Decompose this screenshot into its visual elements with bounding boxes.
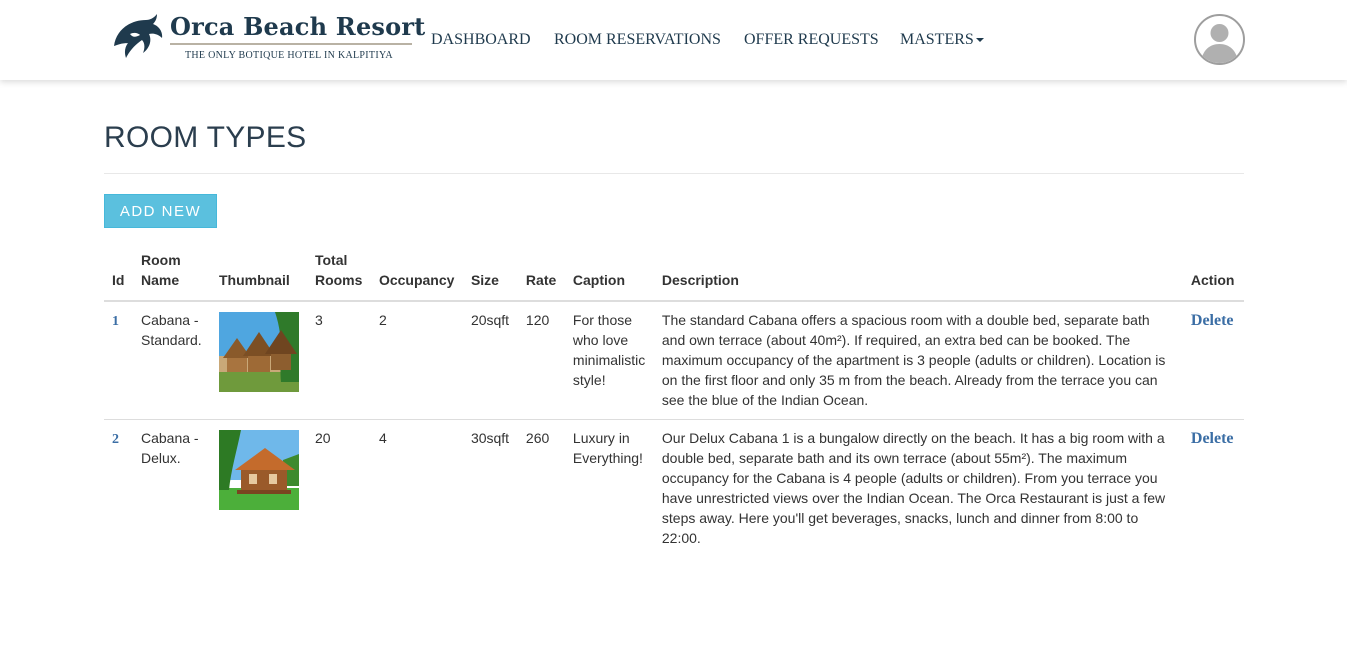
col-header-action: Action: [1182, 250, 1244, 302]
table-row: 2 Cabana - Delux. 20 4 30sqft 260 Luxury…: [104, 420, 1244, 558]
size-cell: 20sqft: [462, 301, 518, 420]
nav-masters-label: MASTERS: [900, 31, 974, 48]
col-header-thumbnail: Thumbnail: [210, 250, 307, 302]
total-rooms-cell: 20: [314, 430, 331, 446]
cabana-delux-thumbnail: [218, 430, 299, 510]
col-header-description: Description: [653, 250, 1183, 302]
brand-divider: [170, 43, 412, 45]
occupancy-cell: 2: [370, 301, 463, 420]
user-icon: [1201, 24, 1238, 63]
nav-room-reservations[interactable]: ROOM RESERVATIONS: [554, 31, 721, 49]
rate-cell: 260: [525, 430, 550, 446]
table-row: 1 Cabana - Standard. 3 2 20sqft 120 For …: [104, 301, 1244, 420]
brand-logo-link[interactable]: Orca Beach Resort THE ONLY BOTIQUE HOTEL…: [112, 10, 425, 64]
title-divider: [104, 173, 1244, 174]
caption-cell: For those who love minimalistic style!: [564, 301, 654, 420]
brand-tagline: THE ONLY BOTIQUE HOTEL IN KALPITIYA: [185, 50, 393, 61]
table-header-row: Id Room Name Thumbnail Total Rooms Occup…: [104, 250, 1244, 302]
add-new-button[interactable]: ADD NEW: [104, 194, 217, 228]
top-navbar: Orca Beach Resort THE ONLY BOTIQUE HOTEL…: [0, 0, 1347, 80]
caption-cell: Luxury in Everything!: [572, 430, 643, 466]
room-name-cell: Cabana - Delux.: [140, 430, 199, 466]
col-header-id: Id: [104, 250, 133, 302]
occupancy-cell: 4: [378, 430, 387, 446]
description-cell: The standard Cabana offers a spacious ro…: [653, 301, 1183, 420]
delete-link[interactable]: Delete: [1191, 312, 1234, 329]
cabana-standard-thumbnail: [218, 312, 299, 392]
rate-cell: 120: [517, 301, 565, 420]
delete-link[interactable]: Delete: [1191, 430, 1234, 447]
room-name-cell: Cabana - Standard.: [132, 301, 211, 420]
size-cell: 30sqft: [470, 430, 510, 446]
room-id-link[interactable]: 1: [112, 314, 119, 329]
room-id-link[interactable]: 2: [112, 432, 119, 447]
total-rooms-cell: 3: [306, 301, 371, 420]
col-header-rate: Rate: [517, 250, 565, 302]
col-header-total-rooms: Total Rooms: [306, 250, 371, 302]
description-cell: Our Delux Cabana 1 is a bungalow directl…: [661, 430, 1166, 546]
col-header-room-name: Room Name: [132, 250, 211, 302]
page-title: ROOM TYPES: [104, 121, 307, 154]
caret-down-icon: [975, 38, 984, 43]
col-header-caption: Caption: [564, 250, 654, 302]
col-header-size: Size: [462, 250, 518, 302]
nav-dashboard[interactable]: DASHBOARD: [431, 31, 531, 49]
orca-icon: [114, 14, 163, 58]
brand-name: Orca Beach Resort: [170, 12, 426, 41]
user-avatar[interactable]: [1194, 14, 1245, 65]
col-header-occupancy: Occupancy: [370, 250, 463, 302]
nav-offer-requests[interactable]: OFFER REQUESTS: [744, 31, 879, 49]
nav-masters-dropdown[interactable]: MASTERS: [900, 31, 984, 49]
room-types-table: Id Room Name Thumbnail Total Rooms Occup…: [104, 250, 1244, 557]
